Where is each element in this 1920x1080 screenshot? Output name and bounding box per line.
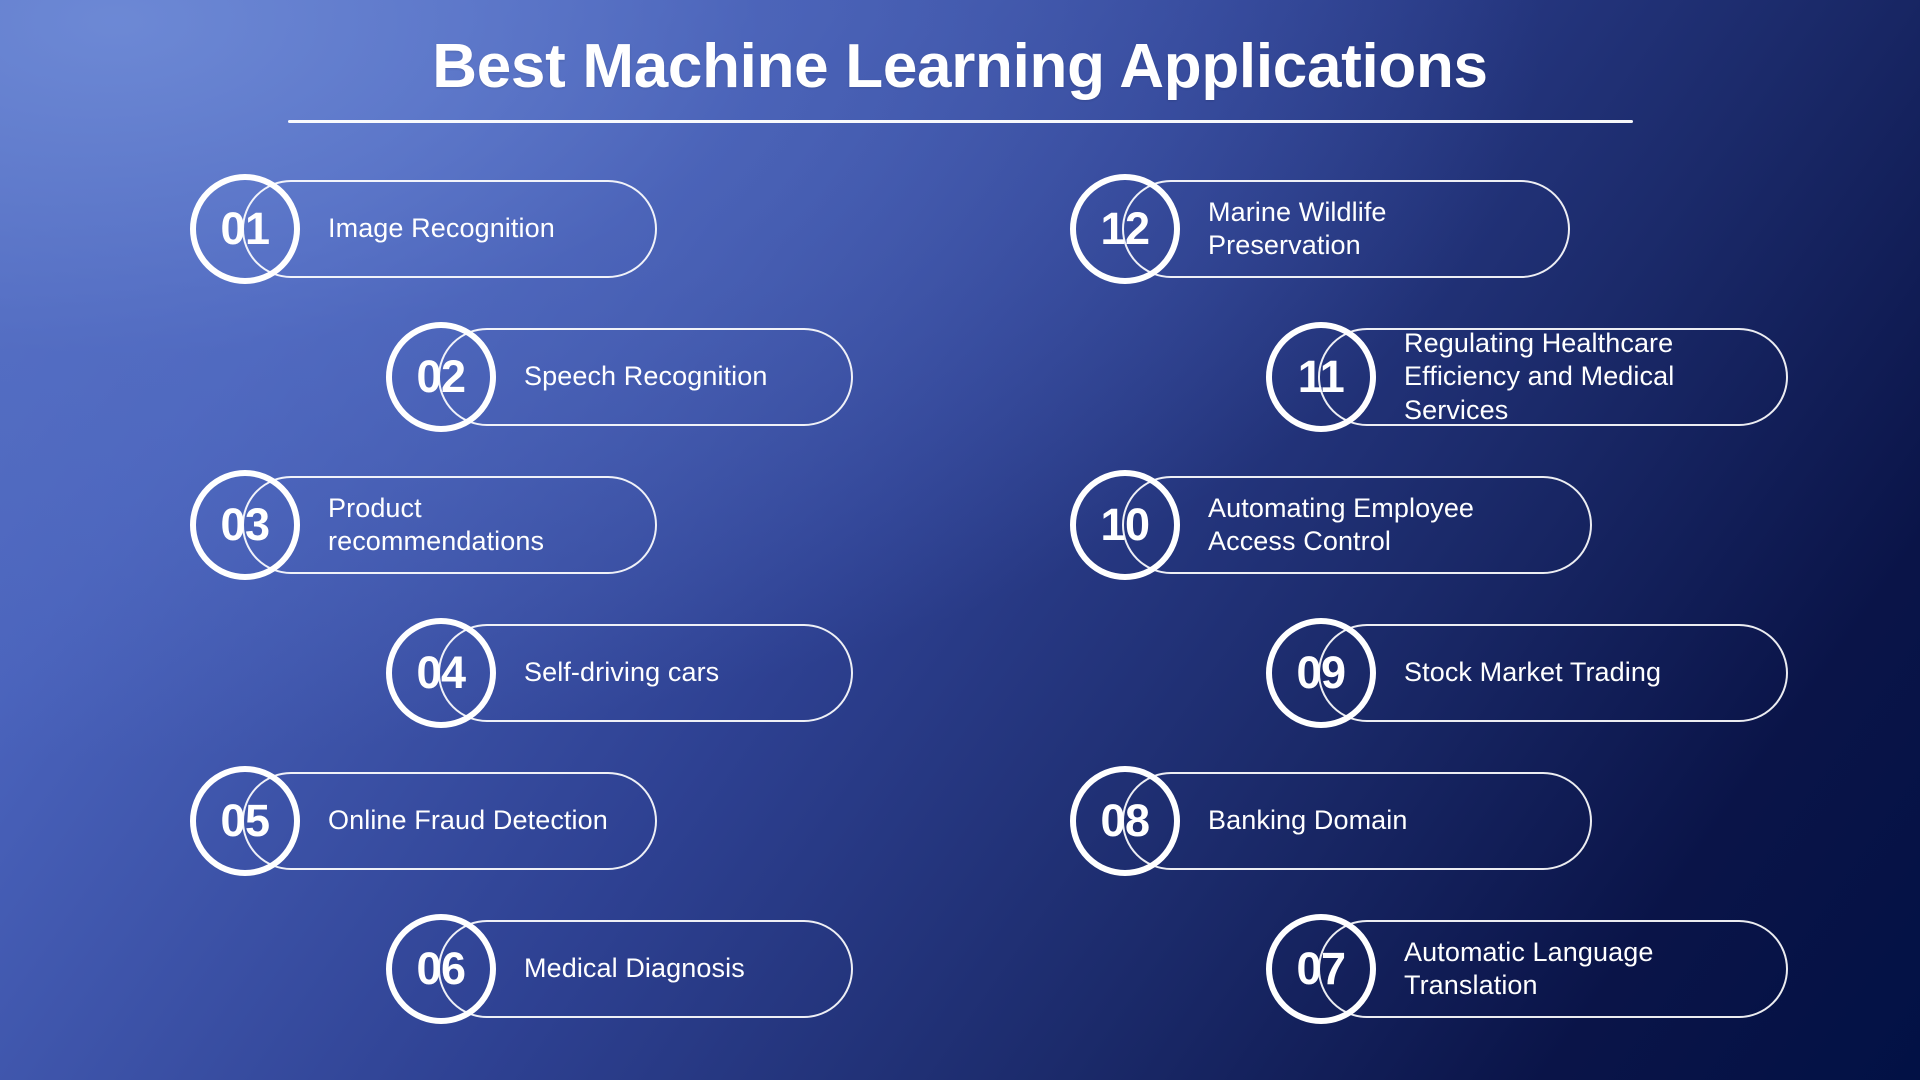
item-label: Image Recognition (328, 213, 555, 244)
title-divider (287, 119, 1633, 123)
right-item-11[interactable]: 11 Regulating Healthcare Efficiency and M… (1266, 322, 1788, 432)
item-label: Automating Employee Access Control (1208, 492, 1475, 556)
left-column: 01 Image Recognition 02 Speech Recognition 0… (190, 174, 890, 1062)
item-label: Product recommendations (328, 492, 545, 556)
item-label: Marine Wildlife Preservation (1208, 196, 1387, 260)
item-number-circle: 10 (1070, 470, 1180, 580)
item-number-circle: 07 (1266, 914, 1376, 1024)
left-item-01[interactable]: 01 Image Recognition (190, 174, 890, 284)
right-column: 12 Marine Wildlife Preservation 11 Regulati… (1070, 174, 1788, 1062)
item-number-circle: 11 (1266, 322, 1376, 432)
item-label: Banking Domain (1208, 805, 1408, 836)
item-number: 03 (220, 498, 270, 550)
item-number: 04 (416, 646, 466, 698)
item-number-circle: 03 (190, 470, 300, 580)
item-number-circle: 02 (386, 322, 496, 432)
left-item-04[interactable]: 04 Self-driving cars (386, 618, 890, 728)
item-number: 02 (416, 350, 466, 402)
item-number-circle: 06 (386, 914, 496, 1024)
item-label: Speech Recognition (524, 361, 768, 392)
item-number: 09 (1296, 646, 1346, 698)
item-number-circle: 04 (386, 618, 496, 728)
left-item-05[interactable]: 05 Online Fraud Detection (190, 766, 890, 876)
item-number: 11 (1297, 350, 1345, 402)
item-number-circle: 09 (1266, 618, 1376, 728)
right-item-12[interactable]: 12 Marine Wildlife Preservation (1070, 174, 1770, 284)
item-number: 07 (1296, 942, 1346, 994)
right-item-07[interactable]: 07 Automatic Language Translation (1266, 914, 1788, 1024)
page-title: Best Machine Learning Applications (432, 32, 1488, 101)
item-number: 12 (1100, 202, 1150, 254)
item-number: 08 (1100, 794, 1150, 846)
item-number: 05 (220, 794, 270, 846)
left-item-06[interactable]: 06 Medical Diagnosis (386, 914, 890, 1024)
infographic-canvas: Best Machine Learning Applications 01 Ima… (0, 0, 1920, 1080)
item-label: Self-driving cars (524, 657, 720, 688)
item-number: 01 (220, 202, 270, 254)
item-label: Online Fraud Detection (328, 805, 608, 836)
item-label: Medical Diagnosis (524, 953, 745, 984)
item-number-circle: 12 (1070, 174, 1180, 284)
left-item-02[interactable]: 02 Speech Recognition (386, 322, 890, 432)
right-item-08[interactable]: 08 Banking Domain (1070, 766, 1770, 876)
item-number: 06 (416, 942, 466, 994)
title-block: Best Machine Learning Applications (0, 32, 1920, 123)
right-item-09[interactable]: 09 Stock Market Trading (1266, 618, 1788, 728)
item-label: Regulating Healthcare Efficiency and Med… (1404, 327, 1675, 425)
right-item-10[interactable]: 10 Automating Employee Access Control (1070, 470, 1770, 580)
item-number: 10 (1100, 498, 1150, 550)
item-label: Automatic Language Translation (1404, 936, 1654, 1000)
item-number-circle: 08 (1070, 766, 1180, 876)
item-number-circle: 05 (190, 766, 300, 876)
left-item-03[interactable]: 03 Product recommendations (190, 470, 890, 580)
item-label: Stock Market Trading (1404, 657, 1662, 688)
item-number-circle: 01 (190, 174, 300, 284)
